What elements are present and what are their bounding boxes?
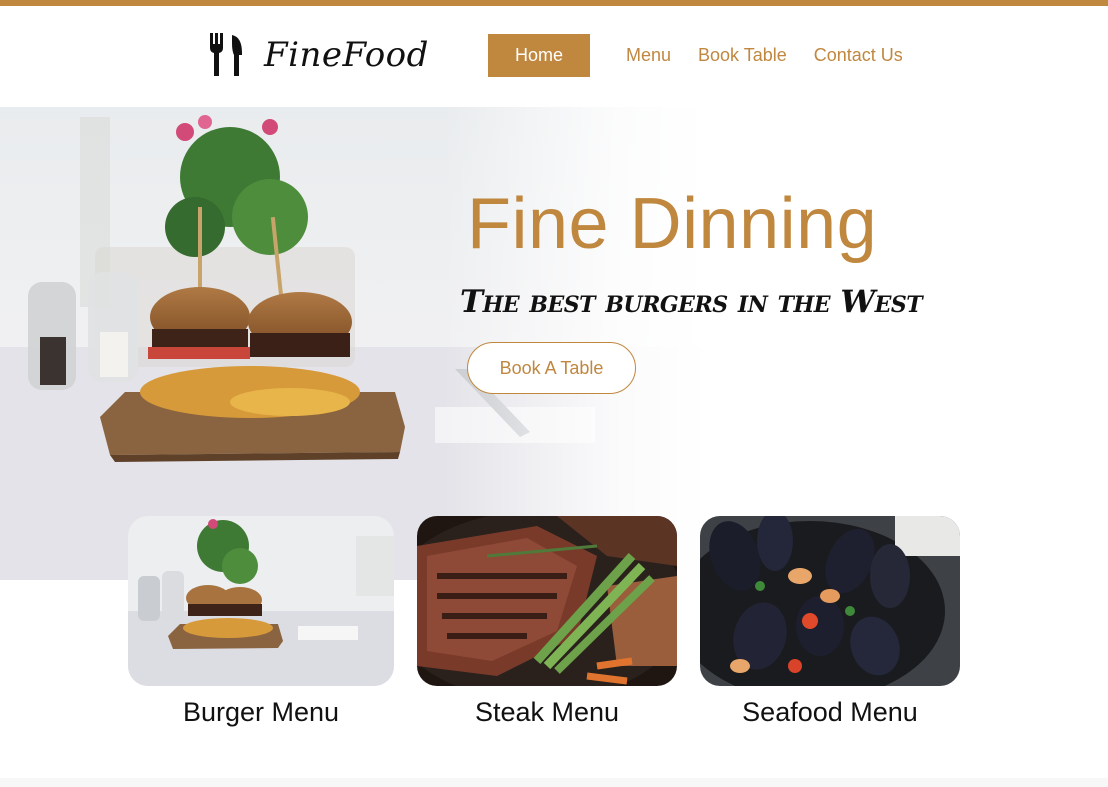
brand-name: FineFood <box>264 35 429 75</box>
menu-card-burger[interactable]: Burger Menu <box>128 516 394 727</box>
card-label-steak[interactable]: Steak Menu <box>417 697 677 728</box>
menu-card-seafood[interactable]: Seafood Menu <box>700 516 960 727</box>
nav-item-menu[interactable]: Menu <box>626 45 671 66</box>
hero-subtitle: The best burgers in the West <box>460 284 923 320</box>
card-label-burger[interactable]: Burger Menu <box>128 697 394 728</box>
book-a-table-button[interactable]: Book A Table <box>467 342 636 394</box>
menu-card-steak[interactable]: Steak Menu <box>417 516 677 727</box>
mussels-pan-photo[interactable] <box>700 516 960 686</box>
nav-item-book-table[interactable]: Book Table <box>698 45 787 66</box>
main-nav: Home Menu Book Table Contact Us <box>488 34 903 77</box>
hero-title: Fine Dinning <box>467 184 878 264</box>
brand-logo[interactable]: FineFood <box>208 32 429 78</box>
fork-knife-icon <box>210 33 242 76</box>
card-label-seafood[interactable]: Seafood Menu <box>700 697 960 728</box>
steak-asparagus-photo[interactable] <box>417 516 677 686</box>
nav-item-contact-us[interactable]: Contact Us <box>814 45 903 66</box>
footer-edge <box>0 778 1108 787</box>
nav-item-home[interactable]: Home <box>488 34 590 77</box>
burger-plate-photo[interactable] <box>128 516 394 686</box>
top-accent-bar <box>0 0 1108 6</box>
